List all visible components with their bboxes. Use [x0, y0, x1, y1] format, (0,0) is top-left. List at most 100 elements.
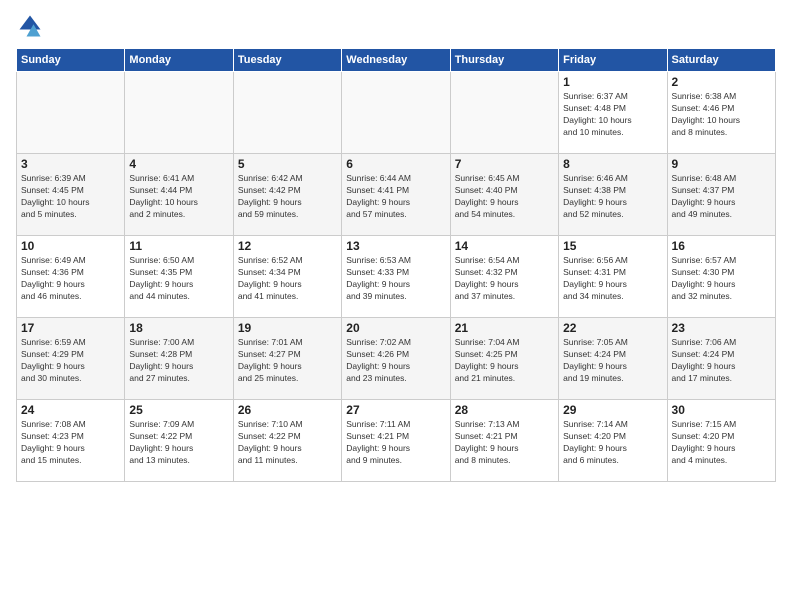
day-number: 2 — [672, 75, 771, 89]
day-info: Sunrise: 6:49 AM Sunset: 4:36 PM Dayligh… — [21, 255, 120, 303]
calendar-week-row: 10 Sunrise: 6:49 AM Sunset: 4:36 PM Dayli… — [17, 236, 776, 318]
calendar-cell: 11Sunrise: 6:50 AM Sunset: 4:35 PM Dayli… — [125, 236, 233, 318]
day-number: 17 — [21, 321, 120, 335]
day-info: Sunrise: 6:38 AM Sunset: 4:46 PM Dayligh… — [672, 91, 771, 139]
day-info: Sunrise: 6:39 AM Sunset: 4:45 PM Dayligh… — [21, 173, 120, 221]
weekday-header: Monday — [125, 49, 233, 72]
day-number: 19 — [238, 321, 337, 335]
day-info: Sunrise: 7:01 AM Sunset: 4:27 PM Dayligh… — [238, 337, 337, 385]
day-info: Sunrise: 6:56 AM Sunset: 4:31 PM Dayligh… — [563, 255, 662, 303]
day-info: Sunrise: 7:06 AM Sunset: 4:24 PM Dayligh… — [672, 337, 771, 385]
calendar-week-row: 24 Sunrise: 7:08 AM Sunset: 4:23 PM Dayli… — [17, 400, 776, 482]
day-number: 28 — [455, 403, 554, 417]
weekday-header: Sunday — [17, 49, 125, 72]
weekday-header: Friday — [559, 49, 667, 72]
calendar-cell: 1 Sunrise: 6:37 AM Sunset: 4:48 PM Daylig… — [559, 72, 667, 154]
calendar-cell: 16 Sunrise: 6:57 AM Sunset: 4:30 PM Dayli… — [667, 236, 775, 318]
page-container: SundayMondayTuesdayWednesdayThursdayFrid… — [0, 0, 792, 490]
day-number: 25 — [129, 403, 228, 417]
calendar-cell: 23 Sunrise: 7:06 AM Sunset: 4:24 PM Dayli… — [667, 318, 775, 400]
calendar-cell: 21 Sunrise: 7:04 AM Sunset: 4:25 PM Dayli… — [450, 318, 558, 400]
day-number: 10 — [21, 239, 120, 253]
day-info: Sunrise: 7:08 AM Sunset: 4:23 PM Dayligh… — [21, 419, 120, 467]
day-number: 16 — [672, 239, 771, 253]
day-info: Sunrise: 6:48 AM Sunset: 4:37 PM Dayligh… — [672, 173, 771, 221]
day-number: 27 — [346, 403, 445, 417]
calendar-cell: 22 Sunrise: 7:05 AM Sunset: 4:24 PM Dayli… — [559, 318, 667, 400]
calendar-header-row: SundayMondayTuesdayWednesdayThursdayFrid… — [17, 49, 776, 72]
calendar-cell: 28Sunrise: 7:13 AM Sunset: 4:21 PM Dayli… — [450, 400, 558, 482]
calendar-cell: 18 Sunrise: 7:00 AM Sunset: 4:28 PM Dayli… — [125, 318, 233, 400]
day-number: 24 — [21, 403, 120, 417]
calendar-cell — [233, 72, 341, 154]
calendar-cell: 14 Sunrise: 6:54 AM Sunset: 4:32 PM Dayli… — [450, 236, 558, 318]
day-info: Sunrise: 7:02 AM Sunset: 4:26 PM Dayligh… — [346, 337, 445, 385]
day-number: 21 — [455, 321, 554, 335]
day-number: 13 — [346, 239, 445, 253]
calendar-cell: 29 Sunrise: 7:14 AM Sunset: 4:20 PM Dayli… — [559, 400, 667, 482]
day-info: Sunrise: 6:54 AM Sunset: 4:32 PM Dayligh… — [455, 255, 554, 303]
calendar-table: SundayMondayTuesdayWednesdayThursdayFrid… — [16, 48, 776, 482]
calendar-cell — [17, 72, 125, 154]
calendar-cell: 17 Sunrise: 6:59 AM Sunset: 4:29 PM Dayli… — [17, 318, 125, 400]
calendar-cell: 24 Sunrise: 7:08 AM Sunset: 4:23 PM Dayli… — [17, 400, 125, 482]
calendar-cell: 25 Sunrise: 7:09 AM Sunset: 4:22 PM Dayli… — [125, 400, 233, 482]
day-info: Sunrise: 6:44 AM Sunset: 4:41 PM Dayligh… — [346, 173, 445, 221]
weekday-header: Wednesday — [342, 49, 450, 72]
day-number: 5 — [238, 157, 337, 171]
day-info: Sunrise: 7:04 AM Sunset: 4:25 PM Dayligh… — [455, 337, 554, 385]
day-number: 30 — [672, 403, 771, 417]
day-info: Sunrise: 6:37 AM Sunset: 4:48 PM Dayligh… — [563, 91, 662, 139]
calendar-cell — [125, 72, 233, 154]
day-number: 9 — [672, 157, 771, 171]
day-number: 15 — [563, 239, 662, 253]
day-info: Sunrise: 6:50 AM Sunset: 4:35 PM Dayligh… — [129, 255, 228, 303]
day-info: Sunrise: 6:52 AM Sunset: 4:34 PM Dayligh… — [238, 255, 337, 303]
calendar-week-row: 3 Sunrise: 6:39 AM Sunset: 4:45 PM Daylig… — [17, 154, 776, 236]
day-number: 4 — [129, 157, 228, 171]
day-info: Sunrise: 7:05 AM Sunset: 4:24 PM Dayligh… — [563, 337, 662, 385]
day-info: Sunrise: 7:15 AM Sunset: 4:20 PM Dayligh… — [672, 419, 771, 467]
day-number: 8 — [563, 157, 662, 171]
day-number: 14 — [455, 239, 554, 253]
day-number: 7 — [455, 157, 554, 171]
day-number: 6 — [346, 157, 445, 171]
day-number: 23 — [672, 321, 771, 335]
day-info: Sunrise: 6:45 AM Sunset: 4:40 PM Dayligh… — [455, 173, 554, 221]
calendar-cell: 15 Sunrise: 6:56 AM Sunset: 4:31 PM Dayli… — [559, 236, 667, 318]
logo — [16, 12, 48, 40]
calendar-cell — [342, 72, 450, 154]
calendar-cell: 13Sunrise: 6:53 AM Sunset: 4:33 PM Dayli… — [342, 236, 450, 318]
calendar-cell: 2 Sunrise: 6:38 AM Sunset: 4:46 PM Daylig… — [667, 72, 775, 154]
day-number: 22 — [563, 321, 662, 335]
day-number: 3 — [21, 157, 120, 171]
day-info: Sunrise: 7:11 AM Sunset: 4:21 PM Dayligh… — [346, 419, 445, 467]
calendar-cell: 20 Sunrise: 7:02 AM Sunset: 4:26 PM Dayli… — [342, 318, 450, 400]
day-number: 18 — [129, 321, 228, 335]
weekday-header: Thursday — [450, 49, 558, 72]
calendar-cell: 10 Sunrise: 6:49 AM Sunset: 4:36 PM Dayli… — [17, 236, 125, 318]
day-number: 12 — [238, 239, 337, 253]
weekday-header: Tuesday — [233, 49, 341, 72]
calendar-cell: 3 Sunrise: 6:39 AM Sunset: 4:45 PM Daylig… — [17, 154, 125, 236]
day-number: 20 — [346, 321, 445, 335]
day-number: 29 — [563, 403, 662, 417]
day-info: Sunrise: 6:46 AM Sunset: 4:38 PM Dayligh… — [563, 173, 662, 221]
calendar-cell: 26Sunrise: 7:10 AM Sunset: 4:22 PM Dayli… — [233, 400, 341, 482]
day-info: Sunrise: 6:59 AM Sunset: 4:29 PM Dayligh… — [21, 337, 120, 385]
header — [16, 12, 776, 40]
day-info: Sunrise: 7:00 AM Sunset: 4:28 PM Dayligh… — [129, 337, 228, 385]
calendar-cell: 19 Sunrise: 7:01 AM Sunset: 4:27 PM Dayli… — [233, 318, 341, 400]
calendar-week-row: 17 Sunrise: 6:59 AM Sunset: 4:29 PM Dayli… — [17, 318, 776, 400]
calendar-cell: 6 Sunrise: 6:44 AM Sunset: 4:41 PM Daylig… — [342, 154, 450, 236]
day-info: Sunrise: 6:41 AM Sunset: 4:44 PM Dayligh… — [129, 173, 228, 221]
day-info: Sunrise: 7:09 AM Sunset: 4:22 PM Dayligh… — [129, 419, 228, 467]
calendar-cell: 5Sunrise: 6:42 AM Sunset: 4:42 PM Daylig… — [233, 154, 341, 236]
calendar-cell: 27 Sunrise: 7:11 AM Sunset: 4:21 PM Dayli… — [342, 400, 450, 482]
calendar-week-row: 1 Sunrise: 6:37 AM Sunset: 4:48 PM Daylig… — [17, 72, 776, 154]
day-info: Sunrise: 6:57 AM Sunset: 4:30 PM Dayligh… — [672, 255, 771, 303]
day-number: 1 — [563, 75, 662, 89]
calendar-cell — [450, 72, 558, 154]
day-info: Sunrise: 7:14 AM Sunset: 4:20 PM Dayligh… — [563, 419, 662, 467]
calendar-cell: 4 Sunrise: 6:41 AM Sunset: 4:44 PM Daylig… — [125, 154, 233, 236]
